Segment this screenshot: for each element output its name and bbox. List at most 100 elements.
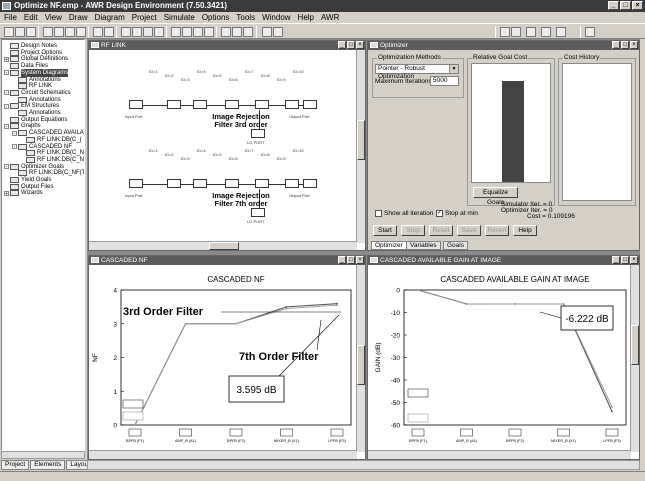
menu-diagram[interactable]: Diagram [95, 12, 125, 23]
filter-block[interactable] [225, 179, 239, 188]
element-icon[interactable] [511, 27, 521, 37]
schematic-canvas[interactable]: ID=1 ID=2 ID=3 ID=4 ID=5 ID=6 ID=7 ID=8 ID=9 ID=1… [89, 50, 357, 243]
tab-goals[interactable]: Goals [443, 241, 468, 250]
tab-variables[interactable]: Variables [406, 241, 441, 250]
vertical-scrollbar[interactable] [356, 50, 365, 243]
mixer-block[interactable] [255, 100, 269, 109]
menu-edit[interactable]: Edit [24, 12, 38, 23]
optimize-icon[interactable] [221, 27, 231, 37]
expand-toggle-icon[interactable]: - [12, 144, 17, 150]
menu-help[interactable]: Help [298, 12, 314, 23]
redo-icon[interactable] [104, 27, 114, 37]
save-icon[interactable] [26, 27, 36, 37]
menu-options[interactable]: Options [202, 12, 230, 23]
nf-chart[interactable]: CASCADED NF 0 1 2 3 4 NF BPFB (F1) AMP_B (A1) BPF… [89, 265, 357, 452]
tree-hscrollbar[interactable] [1, 451, 85, 459]
equalize-goals-button[interactable]: Equalize Goals [473, 187, 518, 206]
close-button[interactable]: × [356, 256, 364, 264]
minimize-button[interactable]: _ [612, 41, 620, 49]
expand-toggle-icon[interactable]: - [4, 90, 9, 96]
menu-simulate[interactable]: Simulate [164, 12, 195, 23]
menu-awr[interactable]: AWR [321, 12, 339, 23]
max-iterations-input[interactable]: 5000 [430, 76, 459, 86]
amplifier-block[interactable] [193, 100, 207, 109]
vertical-scrollbar[interactable] [630, 265, 639, 452]
maximize-button[interactable]: □ [347, 256, 355, 264]
stop-at-min-checkbox[interactable]: ✓ Stop at min [436, 210, 478, 217]
layout-icon[interactable] [182, 27, 192, 37]
zoom-in-icon[interactable] [121, 27, 131, 37]
open-icon[interactable] [15, 27, 25, 37]
var-icon[interactable] [526, 27, 536, 37]
copy-icon[interactable] [54, 27, 64, 37]
maximize-button[interactable]: □ [620, 1, 631, 10]
tune-icon[interactable] [204, 27, 214, 37]
save-button[interactable]: Save [457, 225, 481, 236]
zoom-out-icon[interactable] [132, 27, 142, 37]
start-button[interactable]: Start [373, 225, 397, 236]
port-block[interactable] [129, 100, 143, 109]
filter-block[interactable] [225, 100, 239, 109]
simulate-icon[interactable] [193, 27, 203, 37]
minimize-button[interactable]: _ [338, 256, 346, 264]
swap-icon[interactable] [585, 27, 595, 37]
filter-block[interactable] [285, 100, 299, 109]
expand-toggle-icon[interactable]: + [4, 190, 9, 196]
port-block[interactable] [129, 179, 143, 188]
lo-port-block[interactable] [251, 129, 265, 138]
load-block[interactable] [303, 100, 317, 109]
tab-elements[interactable]: Elements [30, 460, 66, 470]
menu-view[interactable]: View [45, 12, 62, 23]
wire-icon[interactable] [262, 27, 272, 37]
cut-icon[interactable] [43, 27, 53, 37]
lo-port-block[interactable] [251, 208, 265, 217]
maximize-button[interactable]: □ [621, 41, 629, 49]
amplifier-block[interactable] [193, 179, 207, 188]
print-icon[interactable] [171, 27, 181, 37]
tab-project[interactable]: Project [1, 460, 30, 470]
close-button[interactable]: × [632, 1, 643, 10]
workspace-hscrollbar[interactable] [87, 460, 640, 470]
filter-block[interactable] [167, 100, 181, 109]
text-icon[interactable] [556, 27, 566, 37]
chevron-down-icon[interactable]: ▼ [449, 65, 458, 73]
show-all-iteration-checkbox[interactable]: Show all iteration [375, 210, 434, 217]
expand-toggle-icon[interactable]: - [4, 70, 9, 76]
minimize-button[interactable]: _ [612, 256, 620, 264]
mixer-block[interactable] [255, 179, 269, 188]
new-icon[interactable] [4, 27, 14, 37]
help-button[interactable]: Help [513, 225, 537, 236]
close-button[interactable]: × [630, 256, 638, 264]
close-button[interactable]: × [356, 41, 364, 49]
expand-toggle-icon[interactable]: - [12, 130, 17, 136]
menu-tools[interactable]: Tools [236, 12, 255, 23]
minimize-button[interactable]: _ [608, 1, 619, 10]
zoom-fit-icon[interactable] [143, 27, 153, 37]
revert-button[interactable]: Revert [485, 225, 509, 236]
menu-window[interactable]: Window [262, 12, 290, 23]
filter-block[interactable] [167, 179, 181, 188]
maximize-button[interactable]: □ [347, 41, 355, 49]
horizontal-scrollbar[interactable] [368, 450, 631, 459]
close-button[interactable]: × [630, 41, 638, 49]
port-icon[interactable] [500, 27, 510, 37]
yield-icon[interactable] [232, 27, 242, 37]
graph-icon[interactable] [243, 27, 253, 37]
paste-icon[interactable] [65, 27, 75, 37]
stop-button[interactable]: Stop [401, 225, 425, 236]
method-select[interactable]: Pointer - Robust Optimization ▼ [375, 64, 459, 80]
maximize-button[interactable]: □ [621, 256, 629, 264]
menu-draw[interactable]: Draw [69, 12, 88, 23]
vertical-scrollbar[interactable] [356, 265, 365, 452]
delete-icon[interactable] [76, 27, 86, 37]
filter-block[interactable] [285, 179, 299, 188]
horizontal-scrollbar[interactable] [89, 450, 357, 459]
load-block[interactable] [303, 179, 317, 188]
horizontal-scrollbar[interactable] [89, 241, 357, 250]
undo-icon[interactable] [93, 27, 103, 37]
zoom-area-icon[interactable] [154, 27, 164, 37]
eq-icon[interactable] [541, 27, 551, 37]
tab-optimizer[interactable]: Optimizer [371, 241, 407, 250]
expand-toggle-icon[interactable]: - [4, 164, 9, 170]
ground-icon[interactable] [273, 27, 283, 37]
